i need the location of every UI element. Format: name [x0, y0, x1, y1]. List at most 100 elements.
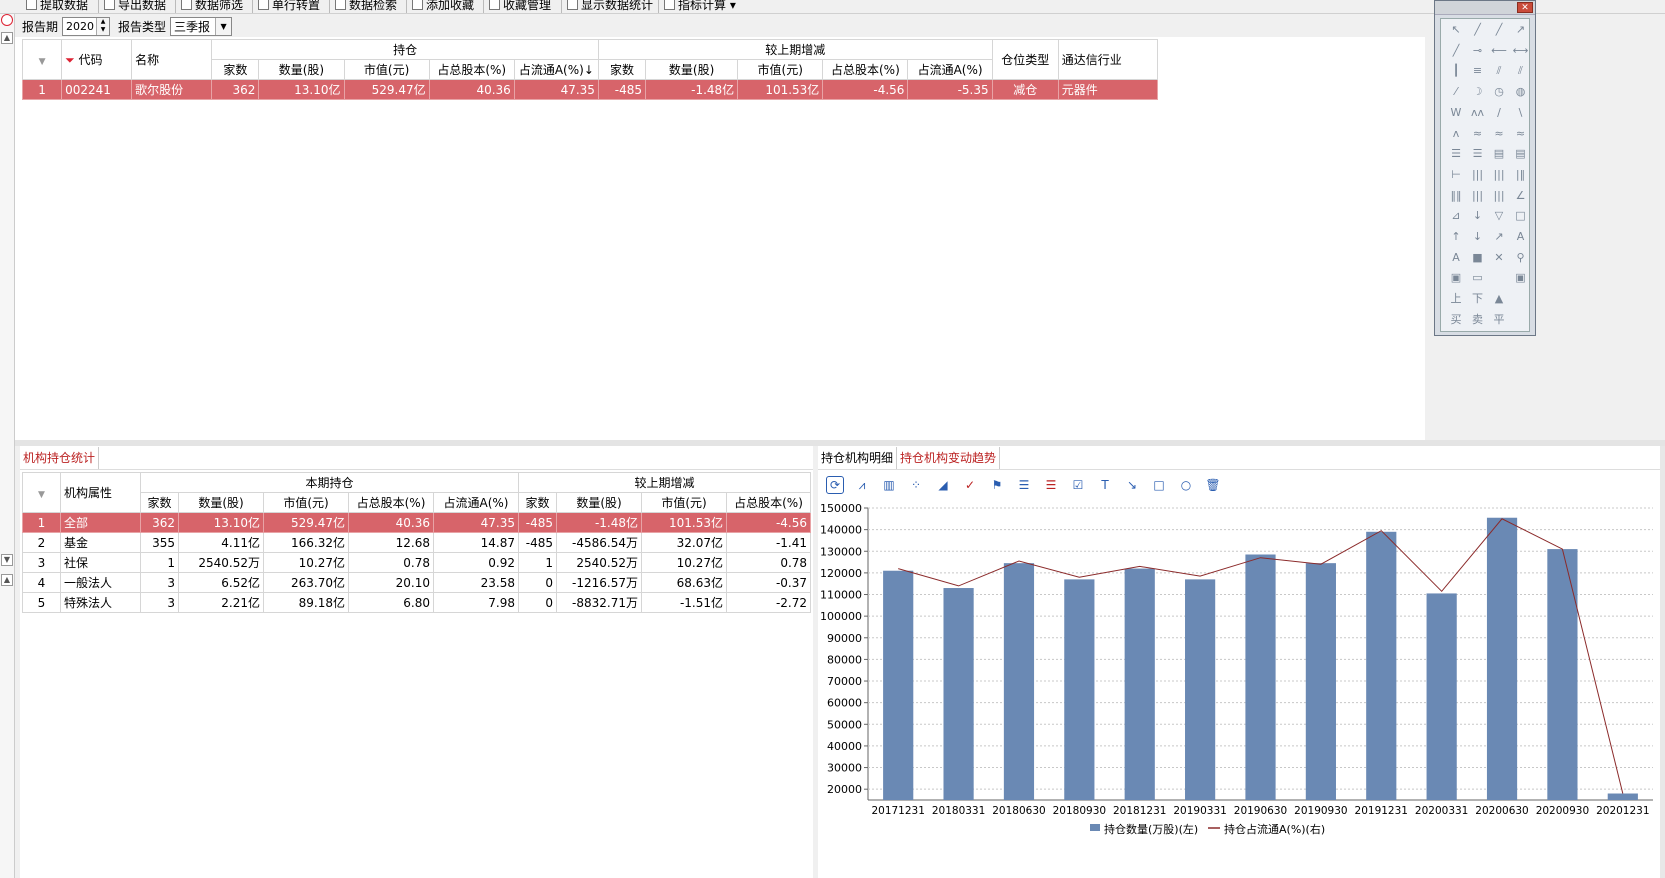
- column-header[interactable]: 占总股本(%): [348, 492, 434, 513]
- drawing-tool-icon[interactable]: ↗: [1512, 21, 1530, 39]
- period-spinner[interactable]: 2020 ▲ ▼: [62, 16, 111, 36]
- table-row[interactable]: 2 基金 355 4.11亿 166.32亿 12.68 14.87 -485 -4586.54…: [22, 532, 812, 553]
- sort-down-icon[interactable]: ▼: [39, 57, 46, 67]
- column-header[interactable]: 家数: [597, 59, 647, 80]
- column-header[interactable]: 市值(元): [641, 492, 728, 513]
- column-header[interactable]: 占总股本(%): [726, 492, 812, 513]
- search-icon[interactable]: [1, 14, 13, 26]
- drawing-tool-icon[interactable]: 上: [1447, 290, 1465, 308]
- right-scrollbar[interactable]: [1660, 446, 1665, 878]
- drawing-tool-icon[interactable]: ☽: [1469, 83, 1487, 101]
- drawing-tool-icon[interactable]: ≈: [1469, 125, 1487, 143]
- circle-icon[interactable]: ○: [1177, 476, 1195, 494]
- column-header[interactable]: 家数: [211, 59, 260, 80]
- drawing-tool-icon[interactable]: ╱: [1447, 42, 1465, 60]
- table-row[interactable]: 5 特殊法人 3 2.21亿 89.18亿 6.80 7.98 0 -8832.71万 -1.51…: [22, 592, 812, 613]
- column-header[interactable]: 市值(元): [343, 59, 430, 80]
- drawing-tool-icon[interactable]: ▤: [1512, 145, 1530, 163]
- drawing-tool-icon[interactable]: 买: [1447, 311, 1465, 329]
- drawing-tool-icon[interactable]: |||: [1490, 166, 1508, 184]
- table-row[interactable]: 3 社保 1 2540.52万 10.27亿 0.78 0.92 1 2540.52万 10.27…: [22, 552, 812, 573]
- drawing-tool-icon[interactable]: ↓: [1469, 207, 1487, 225]
- drawing-tool-icon[interactable]: ⊸: [1469, 42, 1487, 60]
- column-header[interactable]: 市值(元): [737, 59, 824, 80]
- refresh-icon[interactable]: ⟳: [826, 476, 844, 494]
- drawing-tool-icon[interactable]: ⟵: [1490, 42, 1508, 60]
- drawing-tool-icon[interactable]: ↓: [1469, 228, 1487, 246]
- drawing-tool-icon[interactable]: ◍: [1512, 83, 1530, 101]
- list-red-icon[interactable]: ☰: [1042, 476, 1060, 494]
- toolbar-button-6[interactable]: 添加收藏: [412, 0, 474, 13]
- drawing-tool-icon[interactable]: ʌʌ: [1469, 104, 1487, 122]
- table-row[interactable]: 4 一般法人 3 6.52亿 263.70亿 20.10 23.58 0 -1216.57万 68…: [22, 572, 812, 593]
- column-header[interactable]: 市值(元): [263, 492, 349, 513]
- toolbar-button-4[interactable]: 单行转置: [258, 0, 320, 13]
- tab-institution-stats[interactable]: 机构持仓统计: [20, 447, 100, 469]
- toolbar-button-2[interactable]: 导出数据: [104, 0, 166, 13]
- drawing-tool-icon[interactable]: ☰: [1447, 145, 1465, 163]
- column-header[interactable]: 占流通A(%)↓: [513, 59, 599, 80]
- column-header[interactable]: 数量(股): [556, 492, 643, 513]
- scroll-down-icon[interactable]: ▼: [1, 554, 13, 566]
- drawing-tool-icon[interactable]: ⫽: [1512, 62, 1530, 80]
- scroll-up-icon[interactable]: ▲: [1, 32, 13, 44]
- drawing-tool-icon[interactable]: 下: [1469, 290, 1487, 308]
- trend-icon[interactable]: ✓: [961, 476, 979, 494]
- drawing-tool-icon[interactable]: ↗: [1490, 228, 1508, 246]
- drawing-tool-icon[interactable]: ☰: [1469, 145, 1487, 163]
- drawing-tool-icon[interactable]: ▤: [1490, 145, 1508, 163]
- drawing-tool-icon[interactable]: ⚲: [1512, 249, 1530, 267]
- column-header[interactable]: 数量(股): [258, 59, 345, 80]
- drawing-tool-icon[interactable]: ▣: [1512, 269, 1530, 287]
- chevron-down-icon[interactable]: ▼: [215, 17, 232, 35]
- bar-chart-icon[interactable]: ▥: [880, 476, 898, 494]
- column-header[interactable]: 占总股本(%): [822, 59, 909, 80]
- table-row[interactable]: 1 全部 362 13.10亿 529.47亿 40.36 47.35 -485 -1.48亿 1…: [22, 512, 812, 533]
- scroll-up-icon-2[interactable]: ▲: [1, 574, 13, 586]
- drawing-tool-icon[interactable]: ∕: [1490, 104, 1508, 122]
- position-type-header[interactable]: 仓位类型: [991, 39, 1059, 80]
- drawing-tool-icon[interactable]: ≡: [1469, 62, 1487, 80]
- drawing-tool-icon[interactable]: ∠: [1512, 187, 1530, 205]
- drawing-tool-icon[interactable]: A: [1512, 228, 1530, 246]
- drawing-tool-icon[interactable]: A: [1447, 249, 1465, 267]
- drawing-tool-icon[interactable]: ▽: [1490, 207, 1508, 225]
- drawing-tool-icon[interactable]: ⟷: [1512, 42, 1530, 60]
- drawing-tool-icon[interactable]: ⫽: [1490, 62, 1508, 80]
- column-header[interactable]: 占流通A(%): [432, 492, 520, 513]
- rect-icon[interactable]: □: [1150, 476, 1168, 494]
- drawing-tool-icon[interactable]: W: [1447, 104, 1465, 122]
- code-header[interactable]: ⏷ 代码: [61, 39, 133, 80]
- arrow-icon[interactable]: ↘: [1123, 476, 1141, 494]
- list-icon[interactable]: ☰: [1015, 476, 1033, 494]
- line-chart-icon[interactable]: ⩘: [853, 476, 871, 494]
- drawing-tool-icon[interactable]: ┃: [1447, 62, 1465, 80]
- drawing-tool-icon[interactable]: ✕: [1490, 249, 1508, 267]
- column-header[interactable]: 占流通A(%): [907, 59, 993, 80]
- column-header[interactable]: 占总股本(%): [428, 59, 515, 80]
- toolbar-button-3[interactable]: 数据筛选: [181, 0, 243, 13]
- toolbar-button-8[interactable]: 显示数据统计: [567, 0, 653, 13]
- column-header[interactable]: 家数: [518, 492, 558, 513]
- row-number-header[interactable]: ▼: [21, 39, 63, 80]
- drawing-tool-icon[interactable]: ↖: [1447, 21, 1465, 39]
- drawing-tool-icon[interactable]: 卖: [1469, 311, 1487, 329]
- drawing-tool-icon[interactable]: ▭: [1469, 269, 1487, 287]
- spinner-arrows-icon[interactable]: ▲ ▼: [96, 17, 110, 35]
- drawing-tool-icon[interactable]: |||: [1490, 187, 1508, 205]
- tab-holding-detail[interactable]: 持仓机构明细: [818, 447, 898, 469]
- row-number-header[interactable]: ▼: [22, 472, 61, 513]
- drawing-tool-icon[interactable]: |‖: [1512, 166, 1530, 184]
- check-box-icon[interactable]: ☑: [1069, 476, 1087, 494]
- area-chart-icon[interactable]: ◢: [934, 476, 952, 494]
- trash-icon[interactable]: 🗑: [1204, 476, 1222, 494]
- attr-header[interactable]: 机构属性: [60, 472, 141, 513]
- drawing-tool-icon[interactable]: ≈: [1512, 125, 1530, 143]
- filter-icon[interactable]: ⏷: [65, 53, 75, 67]
- name-header[interactable]: 名称: [131, 39, 213, 80]
- drawing-tool-icon[interactable]: ʌ: [1447, 125, 1465, 143]
- text-icon[interactable]: T: [1096, 476, 1114, 494]
- drawing-tool-icon[interactable]: |||: [1469, 166, 1487, 184]
- drawing-tool-icon[interactable]: ╱: [1490, 21, 1508, 39]
- drawing-tool-icon[interactable]: 平: [1490, 311, 1508, 329]
